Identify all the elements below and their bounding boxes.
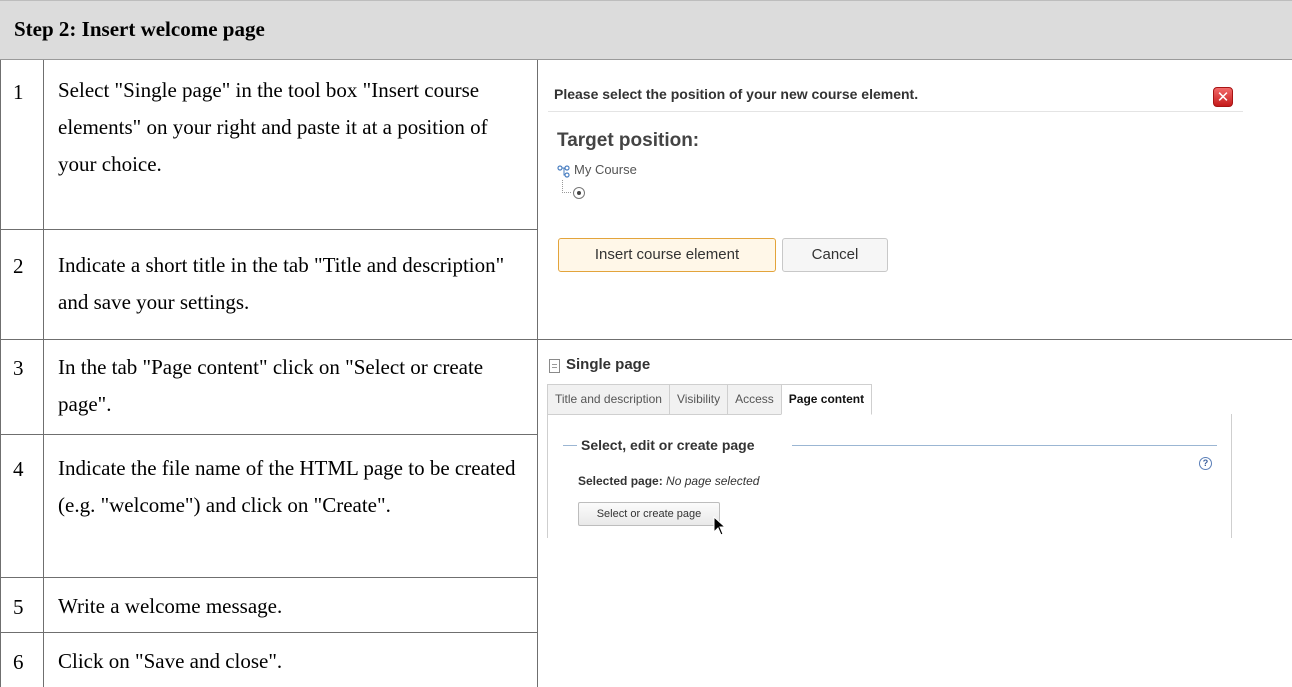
cancel-button[interactable]: Cancel — [782, 238, 888, 272]
tree-branch — [562, 180, 571, 193]
step-text: Select "Single page" in the tool box "In… — [58, 78, 488, 176]
fieldset-border — [563, 445, 577, 446]
tree-root-label[interactable]: My Course — [574, 162, 637, 177]
selected-page-info: Selected page: No page selected — [578, 474, 759, 488]
target-position-heading: Target position: — [557, 130, 700, 151]
page-icon — [549, 359, 560, 373]
step-header: Step 2: Insert welcome page — [0, 0, 1292, 60]
select-or-create-page-button[interactable]: Select or create page — [578, 502, 720, 526]
step-title: Step 2: Insert welcome page — [14, 17, 265, 41]
selected-page-value: No page selected — [666, 474, 760, 488]
table-col-divider — [537, 60, 538, 687]
row-divider — [0, 632, 537, 633]
fieldset-border — [792, 445, 1217, 446]
step-text: In the tab "Page content" click on "Sele… — [58, 355, 484, 416]
step-number: 3 — [13, 356, 24, 380]
table-col-divider — [43, 60, 44, 687]
close-icon[interactable]: ✕ — [1213, 87, 1233, 107]
tab-page-content[interactable]: Page content — [780, 384, 873, 415]
step-text: Click on "Save and close". — [58, 649, 283, 673]
tab-bar: Title and description Visibility Access … — [547, 384, 873, 415]
row-divider — [0, 434, 537, 435]
tab-title-description[interactable]: Title and description — [547, 384, 669, 415]
row-divider — [0, 229, 537, 230]
step-number: 4 — [13, 457, 24, 481]
position-radio[interactable] — [573, 187, 585, 199]
step-number: 5 — [13, 595, 24, 619]
step-text: Write a welcome message. — [58, 594, 283, 618]
fieldset-legend: Select, edit or create page — [581, 437, 755, 453]
row-divider — [0, 339, 1292, 340]
help-icon[interactable]: ? — [1199, 457, 1212, 470]
table-border-left — [0, 60, 1, 687]
step-number: 2 — [13, 254, 24, 278]
step-text: Indicate a short title in the tab "Title… — [58, 253, 505, 314]
mouse-pointer-icon — [713, 515, 727, 541]
single-page-title: Single page — [566, 356, 651, 373]
step-text: Indicate the file name of the HTML page … — [58, 456, 516, 517]
dialog-title: Please select the position of your new c… — [554, 86, 919, 102]
tab-visibility[interactable]: Visibility — [668, 384, 728, 415]
insert-course-element-button[interactable]: Insert course element — [558, 238, 776, 272]
tab-access[interactable]: Access — [727, 384, 781, 415]
step-number: 1 — [13, 80, 24, 104]
row-divider — [0, 577, 537, 578]
dialog-separator — [548, 111, 1243, 112]
selected-page-label: Selected page: — [578, 474, 663, 488]
step-number: 6 — [13, 650, 24, 674]
